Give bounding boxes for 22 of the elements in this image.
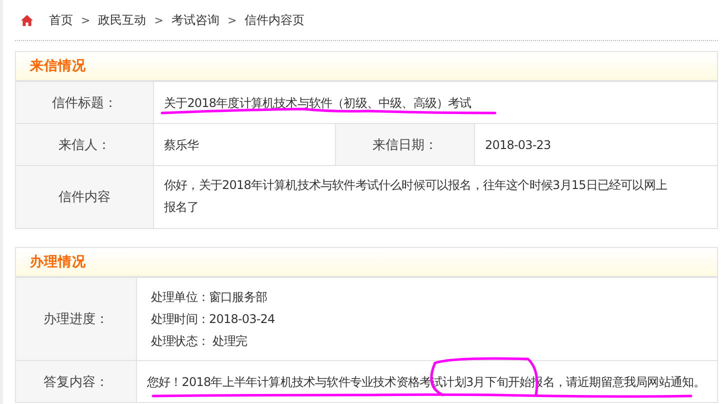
- field-value: 你好，关于2018年计算机技术与软件考试什么时候可以报名，往年这个时候3月15日已经可以网上报名了: [164, 177, 668, 216]
- breadcrumb-link[interactable]: 信件内容页: [244, 12, 305, 28]
- panel-title: 办理情况: [30, 253, 86, 271]
- field-label: 答复内容：: [16, 361, 137, 402]
- panel-title: 来信情况: [30, 57, 86, 75]
- field-label: 信件内容: [16, 166, 154, 228]
- field-label: 办理进度：: [16, 278, 137, 360]
- breadcrumb-link[interactable]: 考试咨询: [171, 12, 220, 28]
- field-value: 蔡乐华: [164, 136, 199, 154]
- field-value: 关于2018年度计算机技术与软件（初级、中级、高级）考试: [164, 94, 472, 112]
- field-label: 来信日期：: [336, 124, 475, 165]
- breadcrumb-separator: >: [227, 14, 237, 26]
- field-value: 2018-03-23: [485, 136, 551, 154]
- status-line: 处理单位：窗口服务部: [151, 289, 268, 306]
- field-label: 信件标题：: [16, 82, 154, 123]
- status-line: 处理时间：2018-03-24: [151, 311, 275, 328]
- breadcrumb-separator: >: [81, 14, 90, 26]
- status-line: 处理状态： 处理完: [151, 333, 248, 350]
- field-label: 来信人：: [16, 124, 154, 165]
- breadcrumb-separator: >: [154, 14, 164, 26]
- breadcrumb-link[interactable]: 政民互动: [98, 12, 146, 28]
- breadcrumb-link[interactable]: 首页: [49, 12, 73, 28]
